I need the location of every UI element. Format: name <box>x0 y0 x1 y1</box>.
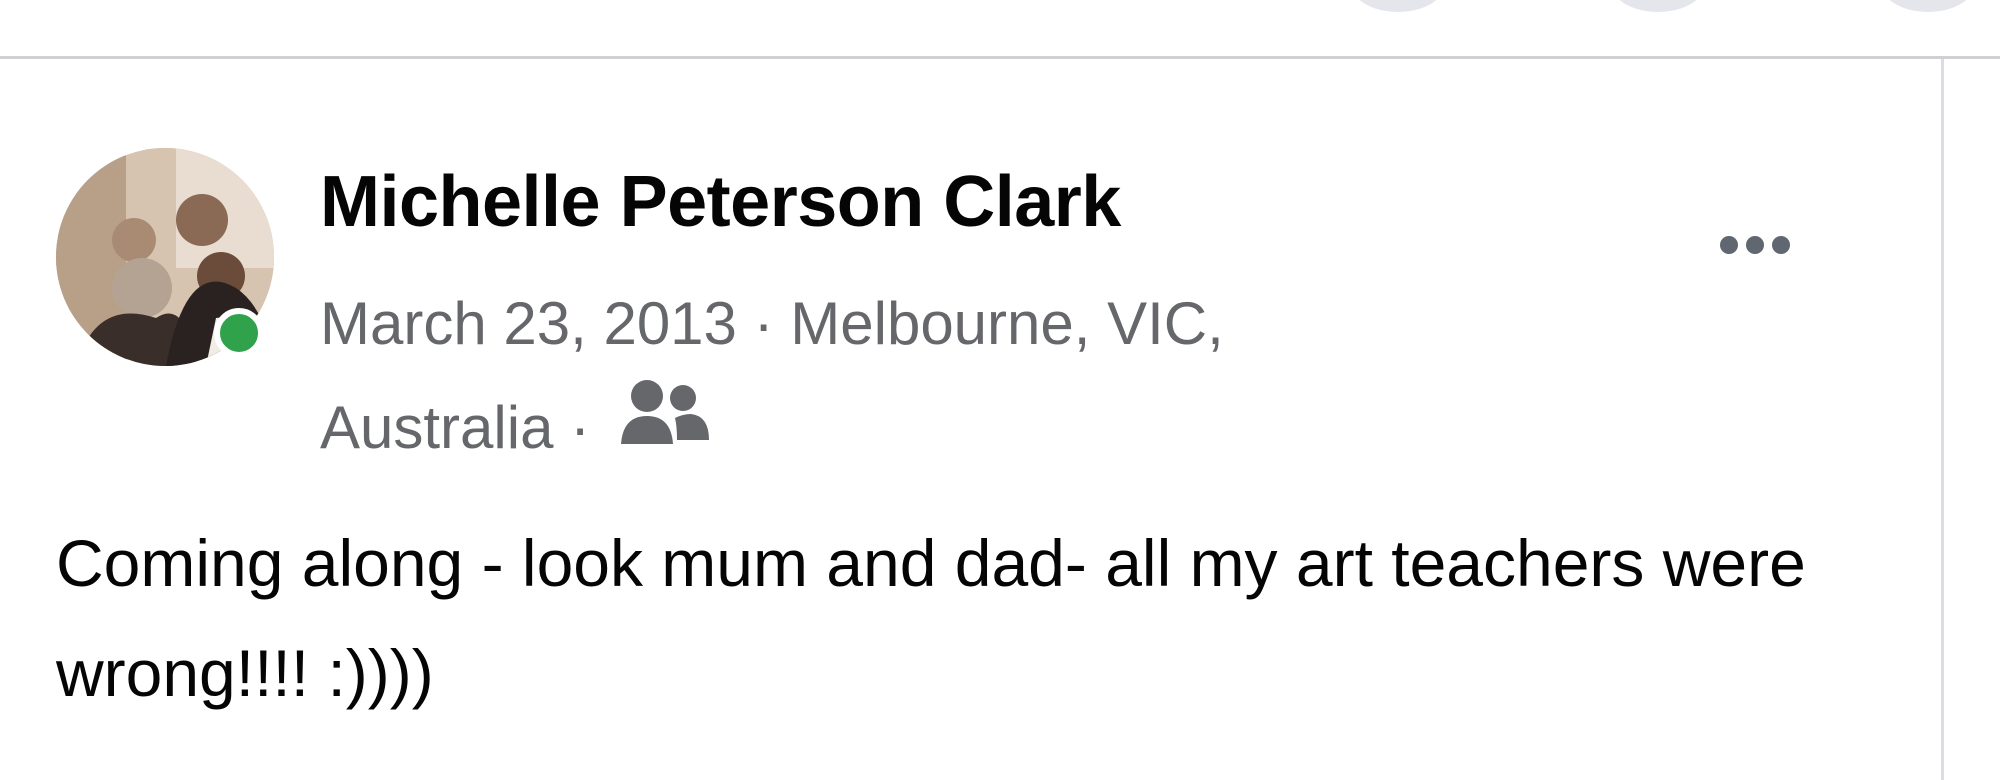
toolbar-circle-button[interactable] <box>1880 0 1976 12</box>
more-options-icon <box>1772 236 1790 254</box>
post-body-text: Coming along - look mum and dad- all my … <box>56 526 1806 710</box>
friends-icon[interactable] <box>617 376 711 480</box>
meta-separator: · <box>753 290 774 357</box>
online-status-dot <box>214 308 264 358</box>
more-options-icon <box>1720 236 1738 254</box>
post-location[interactable]: Melbourne, VIC, <box>790 290 1224 357</box>
top-toolbar-strip <box>0 0 2000 59</box>
post-metadata: March 23, 2013 · Melbourne, VIC, Austral… <box>320 272 1470 480</box>
post-author-name[interactable]: Michelle Peterson Clark <box>320 158 1121 246</box>
toolbar-circle-button[interactable] <box>1610 0 1706 12</box>
more-options-button[interactable] <box>1700 210 1810 280</box>
post-date[interactable]: March 23, 2013 <box>320 290 737 357</box>
post-location-country[interactable]: Australia <box>320 394 553 461</box>
meta-separator: · <box>570 394 591 461</box>
right-divider <box>1941 59 1944 780</box>
toolbar-circle-button[interactable] <box>1350 0 1446 12</box>
more-options-icon <box>1746 236 1764 254</box>
